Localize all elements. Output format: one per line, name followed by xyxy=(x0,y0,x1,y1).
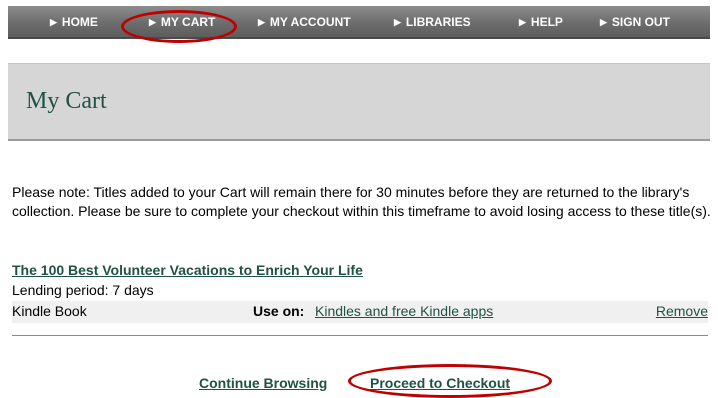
nav-help[interactable]: ▶ HELP xyxy=(519,6,563,39)
remove-link[interactable]: Remove xyxy=(656,303,708,319)
kindle-apps-link[interactable]: Kindles and free Kindle apps xyxy=(315,303,493,319)
page-header: My Cart xyxy=(8,63,710,141)
lending-period: Lending period: 7 days xyxy=(12,282,154,298)
nav-libraries[interactable]: ▶ LIBRARIES xyxy=(394,6,471,39)
nav-my-cart-label: MY CART xyxy=(160,15,216,29)
page-title: My Cart xyxy=(26,88,107,114)
nav-home[interactable]: ▶ HOME xyxy=(50,6,98,39)
proceed-to-checkout-link[interactable]: Proceed to Checkout xyxy=(370,375,510,391)
nav-my-account[interactable]: ▶ MY ACCOUNT xyxy=(258,6,351,39)
triangle-right-icon: ▶ xyxy=(258,17,265,27)
nav-sign-out-label: SIGN OUT xyxy=(611,15,670,29)
continue-browsing-link[interactable]: Continue Browsing xyxy=(199,375,327,391)
cart-item-format-row: Kindle Book Use on: Kindles and free Kin… xyxy=(12,301,708,323)
nav-sign-out[interactable]: ▶ SIGN OUT xyxy=(600,6,670,39)
format-label: Kindle Book xyxy=(12,303,87,319)
triangle-right-icon: ▶ xyxy=(394,17,401,27)
nav-home-label: HOME xyxy=(61,15,98,29)
nav-help-label: HELP xyxy=(530,15,563,29)
use-on-label: Use on: xyxy=(253,303,305,319)
triangle-right-icon: ▶ xyxy=(519,17,526,27)
triangle-right-icon: ▶ xyxy=(50,17,57,27)
cart-item-title-link[interactable]: The 100 Best Volunteer Vacations to Enri… xyxy=(12,262,363,278)
divider xyxy=(12,335,708,336)
nav-libraries-label: LIBRARIES xyxy=(405,15,471,29)
top-navigation-bar: ▶ HOME ▶ MY CART ▶ MY ACCOUNT ▶ LIBRARIES ▶ H… xyxy=(8,6,710,39)
triangle-right-icon: ▶ xyxy=(149,17,156,27)
cart-time-notice: Please note: Titles added to your Cart w… xyxy=(12,184,711,219)
nav-my-cart[interactable]: ▶ MY CART xyxy=(149,6,215,39)
nav-my-account-label: MY ACCOUNT xyxy=(269,15,351,29)
triangle-right-icon: ▶ xyxy=(600,17,607,27)
